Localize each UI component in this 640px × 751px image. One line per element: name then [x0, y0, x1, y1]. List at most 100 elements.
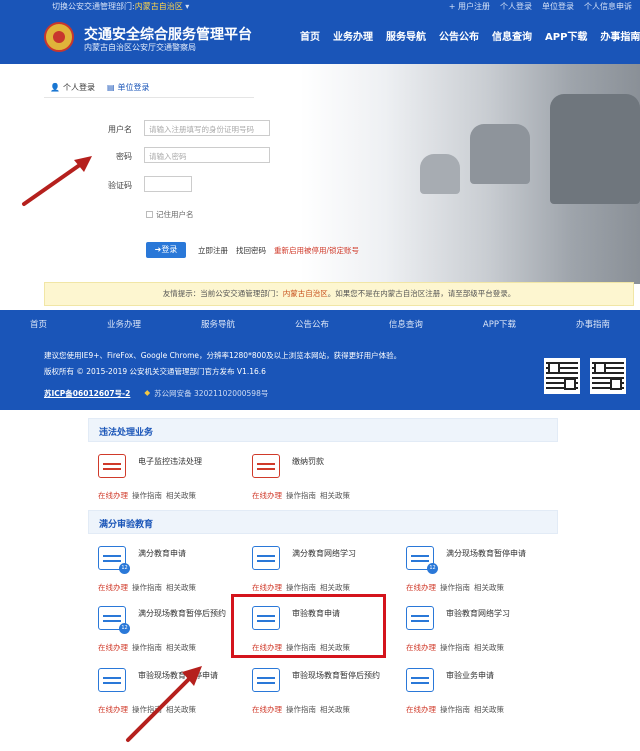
pause-icon: 12	[406, 546, 438, 574]
login-button-label: 登录	[161, 245, 178, 254]
policy-link[interactable]: 相关政策	[474, 582, 504, 593]
login-area: 👤 个人登录 ▤ 单位登录 用户名 请输入注册填写的身份证明号码 密码 请输入密…	[0, 64, 640, 310]
policy-link[interactable]: 相关政策	[474, 704, 504, 715]
footer-nav-service-guide[interactable]: 服务导航	[197, 318, 239, 330]
nav-announcements[interactable]: 公告公布	[439, 28, 479, 43]
nav-service-guide[interactable]: 服务导航	[386, 28, 426, 43]
policy-link[interactable]: 相关政策	[320, 704, 350, 715]
notice-region: 内蒙古自治区	[282, 289, 328, 298]
remember-checkbox[interactable]	[146, 211, 153, 218]
nav-info-query[interactable]: 信息查询	[492, 28, 532, 43]
service-name: 审验教育网络学习	[446, 609, 510, 618]
register-now-link[interactable]: 立即注册	[198, 245, 228, 256]
username-input[interactable]: 请输入注册填写的身份证明号码	[144, 120, 270, 136]
main-nav: 首页 业务办理 服务导航 公告公布 信息查询 APP下载 办事指南	[300, 28, 640, 43]
personal-login-link[interactable]: 个人登录	[500, 1, 532, 12]
service-item[interactable]: 审验现场教育暂停申请 在线办理 操作指南 相关政策	[94, 668, 244, 728]
clock-icon	[252, 668, 280, 692]
service-name: 审验现场教育暂停申请	[138, 671, 218, 680]
qr-code-icon	[590, 358, 626, 394]
department-region[interactable]: 内蒙古自治区	[135, 2, 183, 11]
footer-nav-announcements[interactable]: 公告公布	[291, 318, 333, 330]
reactivate-account-link[interactable]: 重新启用被停用/锁定账号	[274, 245, 359, 256]
password-input[interactable]: 请输入密码	[144, 147, 270, 163]
password-label: 密码	[116, 152, 132, 161]
online-handle-link[interactable]: 在线办理	[252, 582, 282, 593]
service-item[interactable]: 12 满分教育申请 在线办理 操作指南 相关政策	[94, 546, 244, 606]
guide-link[interactable]: 操作指南	[440, 642, 470, 653]
captcha-label: 验证码	[108, 181, 132, 190]
guide-link[interactable]: 操作指南	[132, 642, 162, 653]
footer-nav-guide[interactable]: 办事指南	[572, 318, 614, 330]
online-handle-link[interactable]: 在线办理	[98, 642, 128, 653]
login-tabs: 👤 个人登录 ▤ 单位登录	[44, 78, 254, 98]
register-link[interactable]: + 用户注册	[449, 1, 490, 12]
tab-personal-login[interactable]: 👤 个人登录	[44, 78, 101, 97]
captcha-input[interactable]	[144, 176, 192, 192]
nav-guide[interactable]: 办事指南	[600, 28, 640, 43]
online-handle-link[interactable]: 在线办理	[98, 704, 128, 715]
police-record-link[interactable]: 苏公网安备 32021102000598号	[154, 388, 268, 399]
nav-app-download[interactable]: APP下载	[545, 28, 587, 43]
service-item[interactable]: 审验现场教育暂停后预约 在线办理 操作指南 相关政策	[248, 668, 398, 728]
tab-unit-login[interactable]: ▤ 单位登录	[101, 78, 156, 97]
forgot-password-link[interactable]: 找回密码	[236, 245, 266, 256]
footer-nav-info-query[interactable]: 信息查询	[385, 318, 427, 330]
service-item[interactable]: 审验教育网络学习 在线办理 操作指南 相关政策	[402, 606, 552, 666]
service-item[interactable]: 12 满分现场教育暂停申请 在线办理 操作指南 相关政策	[402, 546, 552, 606]
notice-suffix: 。如果您不是在内蒙古自治区注册，请至部级平台登录。	[327, 289, 516, 298]
footer-nav-app-download[interactable]: APP下载	[479, 318, 520, 330]
guide-link[interactable]: 操作指南	[286, 582, 316, 593]
building-icon: ▤	[106, 83, 115, 92]
service-item[interactable]: 电子监控违法处理 在线办理 操作指南 相关政策	[94, 454, 244, 514]
online-handle-link[interactable]: 在线办理	[406, 642, 436, 653]
site-header: 切换公安交通管理部门:内蒙古自治区 ▾ + 用户注册 个人登录 单位登录 个人信…	[0, 0, 640, 64]
online-handle-link[interactable]: 在线办理	[406, 704, 436, 715]
service-name: 审验业务申请	[446, 671, 494, 680]
icp-link[interactable]: 苏ICP备06012607号-2	[44, 388, 130, 399]
nav-business[interactable]: 业务办理	[333, 28, 373, 43]
policy-link[interactable]: 相关政策	[166, 582, 196, 593]
nav-home[interactable]: 首页	[300, 28, 320, 43]
qr-code-icon	[544, 358, 580, 394]
appeal-link[interactable]: 个人信息申诉	[584, 1, 632, 12]
guide-link[interactable]: 操作指南	[286, 490, 316, 501]
service-item[interactable]: 缴纳罚款 在线办理 操作指南 相关政策	[248, 454, 398, 514]
policy-link[interactable]: 相关政策	[166, 490, 196, 501]
remember-username[interactable]: 记住用户名	[146, 209, 194, 220]
guide-link[interactable]: 操作指南	[440, 582, 470, 593]
online-handle-link[interactable]: 在线办理	[98, 582, 128, 593]
policy-link[interactable]: 相关政策	[166, 704, 196, 715]
guide-link[interactable]: 操作指南	[132, 582, 162, 593]
footer-nav-business[interactable]: 业务办理	[103, 318, 145, 330]
notice-prefix: 友情提示：当前公安交通管理部门：	[162, 289, 283, 298]
service-name: 电子监控违法处理	[138, 457, 202, 466]
police-badge-icon: ◆	[144, 388, 151, 397]
online-handle-link[interactable]: 在线办理	[98, 490, 128, 501]
online-handle-link[interactable]: 在线办理	[252, 490, 282, 501]
service-name: 满分现场教育暂停申请	[446, 549, 526, 558]
chevron-down-icon[interactable]: ▾	[185, 2, 189, 11]
service-item[interactable]: 12 满分现场教育暂停后预约 在线办理 操作指南 相关政策	[94, 606, 244, 666]
guide-link[interactable]: 操作指南	[132, 704, 162, 715]
policy-link[interactable]: 相关政策	[474, 642, 504, 653]
login-button[interactable]: ➜登录	[146, 242, 186, 258]
service-item[interactable]: 审验业务申请 在线办理 操作指南 相关政策	[402, 668, 552, 728]
site-footer: 首页 业务办理 服务导航 公告公布 信息查询 APP下载 办事指南 建议您使用I…	[0, 310, 640, 410]
guide-link[interactable]: 操作指南	[132, 490, 162, 501]
username-label: 用户名	[108, 125, 132, 134]
section-header: 违法处理业务	[88, 418, 558, 442]
footer-nav-home[interactable]: 首页	[26, 318, 51, 330]
online-handle-link[interactable]: 在线办理	[252, 704, 282, 715]
policy-link[interactable]: 相关政策	[166, 642, 196, 653]
guide-link[interactable]: 操作指南	[286, 704, 316, 715]
tab-label: 单位登录	[117, 83, 150, 92]
policy-link[interactable]: 相关政策	[320, 582, 350, 593]
site-subtitle: 内蒙古自治区公安厅交通警察局	[84, 43, 196, 52]
guide-link[interactable]: 操作指南	[440, 704, 470, 715]
unit-login-link[interactable]: 单位登录	[542, 1, 574, 12]
services-panel: 违法处理业务 电子监控违法处理 在线办理 操作指南 相关政策 缴纳罚款 在线办理 操作…	[88, 418, 558, 751]
department-switcher[interactable]: 切换公安交通管理部门:内蒙古自治区 ▾	[52, 1, 189, 12]
policy-link[interactable]: 相关政策	[320, 490, 350, 501]
online-handle-link[interactable]: 在线办理	[406, 582, 436, 593]
